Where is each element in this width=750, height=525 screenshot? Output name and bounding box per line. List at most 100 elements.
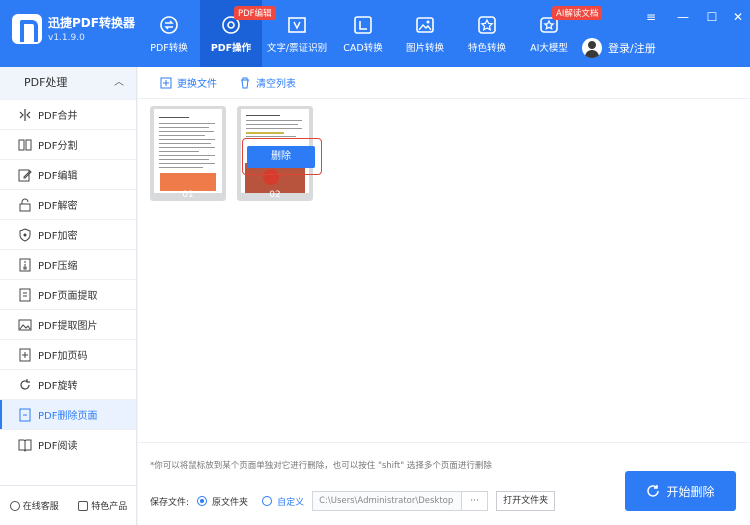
- nav-ai[interactable]: AI解读文档 AI大模型: [518, 0, 603, 67]
- nav-label: CAD转换: [343, 43, 383, 54]
- close-icon[interactable]: ✕: [731, 10, 745, 24]
- online-service-button[interactable]: 在线客服: [9, 499, 59, 512]
- extract-page-icon: [19, 288, 31, 301]
- sidebar-item-compress[interactable]: PDF压缩: [0, 249, 136, 279]
- sidebar-item-split[interactable]: PDF分割: [0, 129, 136, 159]
- output-path-field[interactable]: C:\Users\Administrator\Desktop: [312, 491, 463, 511]
- sidebar-item-edit[interactable]: PDF编辑: [0, 159, 136, 189]
- start-delete-button[interactable]: 开始删除: [625, 471, 736, 511]
- extract-image-icon: [18, 319, 32, 330]
- hint-text: *你可以将鼠标放到某个页面单独对它进行删除，也可以按住 "shift" 选择多个…: [150, 461, 492, 471]
- login-label: 登录/注册: [608, 42, 656, 55]
- sidebar-item-merge[interactable]: PDF合并: [0, 99, 136, 129]
- login-button[interactable]: 登录/注册: [582, 38, 656, 58]
- scan-icon: [288, 17, 306, 33]
- sidebar-footer: 在线客服 特色产品: [0, 485, 137, 525]
- nav-image[interactable]: 图片转换: [394, 0, 456, 67]
- file-toolbar: 更换文件 清空列表: [138, 67, 750, 99]
- browse-button[interactable]: ···: [462, 491, 489, 511]
- sidebar-item-rotate[interactable]: PDF旋转: [0, 369, 136, 399]
- delete-page-button[interactable]: 删除: [247, 146, 315, 168]
- sidebar-item-label: PDF加密: [38, 231, 78, 242]
- sidebar-title: PDF处理: [24, 76, 68, 89]
- app-name: 迅捷PDF转换器: [48, 16, 135, 30]
- nav-pdf-convert[interactable]: PDF转换: [138, 0, 200, 67]
- compress-icon: [19, 258, 31, 271]
- maximize-icon[interactable]: ☐: [705, 10, 719, 24]
- cad-icon: [354, 16, 372, 34]
- featured-products-button[interactable]: 特色产品: [78, 499, 127, 512]
- sidebar-item-label: PDF页面提取: [38, 291, 98, 302]
- clear-list-label: 清空列表: [256, 79, 296, 90]
- sidebar-item-extract-image[interactable]: PDF提取图片: [0, 309, 136, 339]
- app-version: v1.1.9.0: [48, 33, 85, 43]
- title-bar: 迅捷PDF转换器 v1.1.9.0 PDF转换 PDF编辑 PDF操作 文字/票…: [0, 0, 750, 67]
- sidebar-item-label: PDF合并: [38, 111, 78, 122]
- rotate-icon: [20, 378, 30, 390]
- replace-file-label: 更换文件: [177, 79, 217, 90]
- sidebar-item-decrypt[interactable]: PDF解密: [0, 189, 136, 219]
- headset-icon: [9, 501, 20, 511]
- radio-custom-folder[interactable]: [262, 496, 273, 506]
- nav-label: PDF转换: [150, 43, 188, 54]
- nav-label: 特色转换: [467, 43, 506, 54]
- sidebar-item-read[interactable]: PDF阅读: [0, 429, 136, 459]
- featured-products-label: 特色产品: [91, 502, 128, 512]
- book-icon: [18, 439, 32, 452]
- split-icon: [18, 139, 32, 150]
- app-logo-icon: [12, 14, 42, 44]
- ai-badge: AI解读文档: [552, 6, 603, 20]
- replace-file-button[interactable]: 更换文件: [160, 75, 217, 90]
- sidebar-item-label: PDF压缩: [38, 261, 78, 272]
- save-options: 保存文件: 原文件夹 自定义 C:\Users\Administrator\De…: [150, 491, 556, 511]
- chevron-up-icon: ︿: [114, 77, 124, 88]
- save-label: 保存文件:: [150, 497, 190, 508]
- sidebar-item-label: PDF旋转: [38, 381, 78, 392]
- page-preview: [154, 109, 222, 193]
- avatar-icon: [582, 38, 602, 58]
- sidebar-item-delete-page[interactable]: PDF删除页面: [0, 399, 136, 429]
- online-service-label: 在线客服: [22, 502, 59, 512]
- nav-cad[interactable]: CAD转换: [332, 0, 394, 67]
- sidebar-item-label: PDF阅读: [38, 441, 78, 452]
- trash-icon: [241, 77, 249, 88]
- start-delete-label: 开始删除: [666, 484, 715, 499]
- sidebar-item-label: PDF编辑: [38, 171, 78, 182]
- sidebar-item-encrypt[interactable]: PDF加密: [0, 219, 136, 249]
- sidebar-item-page-number[interactable]: PDF加页码: [0, 339, 136, 369]
- add-file-icon: [160, 77, 172, 88]
- divider: [138, 442, 750, 443]
- menu-icon[interactable]: ≡: [644, 10, 658, 24]
- product-icon: [78, 501, 89, 511]
- nav-pdf-operation[interactable]: PDF编辑 PDF操作: [200, 0, 276, 67]
- shield-icon: [19, 227, 31, 242]
- sidebar-item-label: PDF删除页面: [38, 411, 98, 422]
- sidebar-header[interactable]: PDF处理 ︿: [0, 67, 136, 99]
- merge-icon: [19, 108, 31, 121]
- nav-label: PDF操作: [210, 43, 252, 54]
- edit-icon: [18, 169, 32, 181]
- page-thumbnail[interactable]: 01: [150, 106, 226, 201]
- sidebar-item-label: PDF分割: [38, 141, 78, 152]
- delete-page-icon: [19, 408, 31, 421]
- main-panel: 更换文件 清空列表 01 02 删除 *你可以将鼠标放到某个页面单独对它进行删除…: [138, 67, 750, 525]
- convert-icon: [160, 16, 178, 34]
- nav-special[interactable]: 特色转换: [456, 0, 518, 67]
- sidebar: PDF处理 ︿ PDF合并 PDF分割 PDF编辑 PDF解密 PDF加密 PD…: [0, 67, 137, 525]
- open-folder-button[interactable]: 打开文件夹: [496, 491, 556, 511]
- radio-original-folder[interactable]: [197, 496, 208, 506]
- clear-list-button[interactable]: 清空列表: [239, 75, 296, 90]
- nav-ocr[interactable]: 文字/票证识别: [262, 0, 332, 67]
- sidebar-item-extract-page[interactable]: PDF页面提取: [0, 279, 136, 309]
- nav-label: AI大模型: [530, 43, 568, 54]
- original-folder-label: 原文件夹: [212, 497, 249, 508]
- page-number-icon: [19, 348, 31, 361]
- nav-label: 文字/票证识别: [266, 43, 328, 54]
- refresh-icon: [647, 485, 660, 497]
- star-icon: [478, 16, 496, 34]
- sidebar-item-label: PDF提取图片: [38, 321, 98, 332]
- unlock-icon: [19, 198, 31, 211]
- sidebar-item-label: PDF加页码: [38, 351, 88, 362]
- minimize-icon[interactable]: —: [676, 10, 690, 24]
- image-icon: [416, 17, 434, 33]
